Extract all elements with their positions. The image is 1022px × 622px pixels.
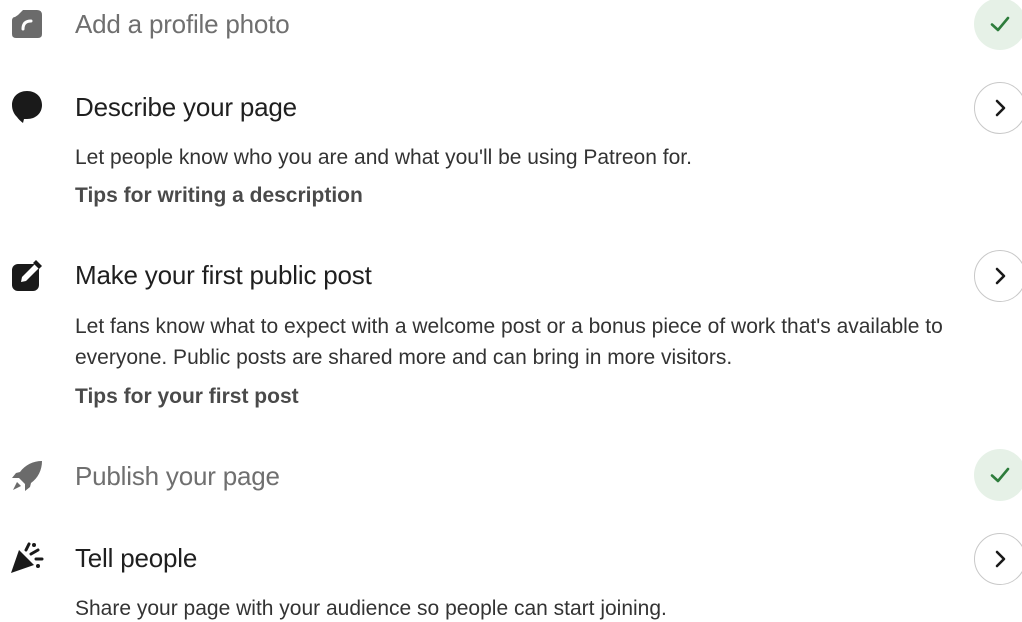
task-description: Share your page with your audience so pe… — [75, 597, 667, 620]
task-title: Add a profile photo — [75, 9, 290, 39]
check-icon — [990, 467, 1010, 483]
open-task-button[interactable] — [974, 250, 1022, 302]
chevron-right-icon — [995, 267, 1006, 285]
edit-icon — [10, 259, 44, 293]
task-title: Make your first public post — [75, 260, 372, 290]
launch-checklist: Add a profile photo Describe your page L… — [0, 0, 1022, 622]
task-title: Tell people — [75, 543, 198, 573]
camera-icon — [10, 7, 44, 41]
speech-bubble-icon — [10, 90, 44, 124]
party-popper-icon — [10, 541, 44, 575]
chevron-right-icon — [995, 99, 1006, 117]
task-title: Publish your page — [75, 461, 280, 491]
completed-check-badge — [974, 449, 1022, 501]
completed-check-badge — [974, 0, 1022, 50]
check-icon — [990, 16, 1010, 32]
task-description: Let people know who you are and what you… — [75, 146, 692, 169]
rocket-icon — [10, 459, 44, 493]
tips-link[interactable]: Tips for your first post — [75, 383, 299, 411]
open-task-button[interactable] — [974, 533, 1022, 585]
chevron-right-icon — [995, 550, 1006, 568]
task-title: Describe your page — [75, 92, 297, 122]
tips-link[interactable]: Tips for writing a description — [75, 182, 363, 210]
task-description: Let fans know what to expect with a welc… — [75, 315, 943, 369]
open-task-button[interactable] — [974, 82, 1022, 134]
